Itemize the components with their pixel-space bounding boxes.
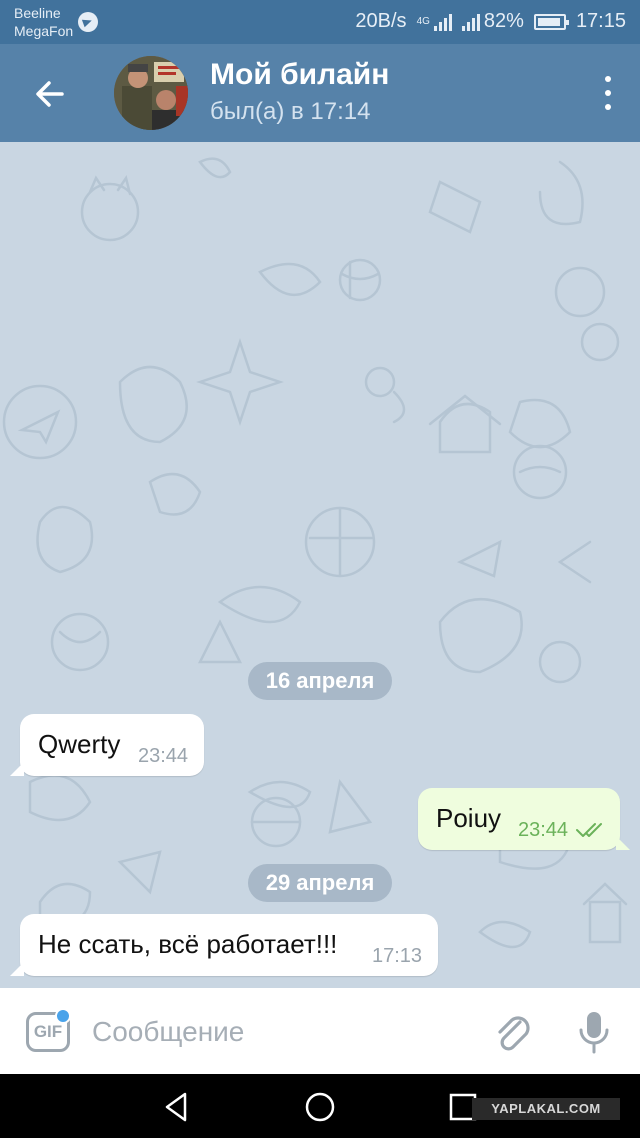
message-time: 17:13 [372, 945, 423, 967]
bubble-tail [10, 762, 24, 776]
more-vertical-icon[interactable] [602, 76, 614, 110]
notification-dot [55, 1008, 71, 1024]
paperclip-icon[interactable] [490, 1008, 534, 1054]
composer: GIF [0, 988, 640, 1074]
message-outgoing[interactable]: Poiuy 23:44 [418, 788, 630, 850]
arrow-left-icon[interactable] [30, 74, 70, 114]
status-indicators: 20B/s 4G 82% 17:15 [355, 10, 626, 33]
status-bar: Beeline MegaFon 20B/s 4G 82% 17:15 [0, 0, 640, 44]
message-text: Qwerty [38, 729, 121, 759]
avatar-image [114, 56, 188, 130]
message-time: 23:44 [138, 745, 189, 767]
battery-icon [533, 13, 569, 30]
avatar[interactable] [114, 56, 188, 130]
doodle-background [2, 157, 628, 949]
bubble-tail [616, 836, 630, 850]
network-speed: 20B/s [355, 10, 407, 32]
message-incoming[interactable]: Не ссать, всё работает!!! 17:13 [10, 914, 438, 976]
chat-title[interactable]: Мой билайн [210, 58, 389, 92]
message-time: 23:44 [518, 819, 569, 841]
telegram-notification-icon [78, 12, 98, 32]
carrier-2: MegaFon [14, 23, 74, 39]
message-text: Не ссать, всё работает!!! [38, 929, 338, 959]
date-separator: 16 апреля [248, 662, 392, 700]
battery-percent: 82% [483, 10, 524, 32]
message-input[interactable] [92, 1010, 462, 1054]
carrier-1: Beeline [14, 5, 61, 21]
message-text: Poiuy [436, 803, 502, 833]
chat-header: Мой билайн был(а) в 17:14 [0, 44, 640, 142]
clock: 17:15 [575, 10, 626, 32]
message-incoming[interactable]: Qwerty 23:44 [10, 714, 204, 776]
bubble-tail [10, 962, 24, 976]
microphone-icon[interactable] [574, 1008, 614, 1056]
last-seen-status: был(а) в 17:14 [210, 98, 371, 125]
nav-home-icon[interactable] [303, 1090, 337, 1124]
watermark: YAPLAKAL.COM [472, 1098, 620, 1120]
network-type: 4G [416, 15, 430, 27]
signal-icon-2 [461, 13, 480, 31]
double-check-icon [576, 823, 602, 837]
date-separator: 29 апреля [248, 864, 392, 902]
signal-icon-1 [433, 13, 452, 31]
carrier-names: Beeline MegaFon [14, 4, 73, 40]
nav-back-icon[interactable] [160, 1090, 194, 1124]
message-list[interactable]: 16 апреля Qwerty 23:44 Poiuy 23:44 29 ап… [0, 142, 640, 988]
